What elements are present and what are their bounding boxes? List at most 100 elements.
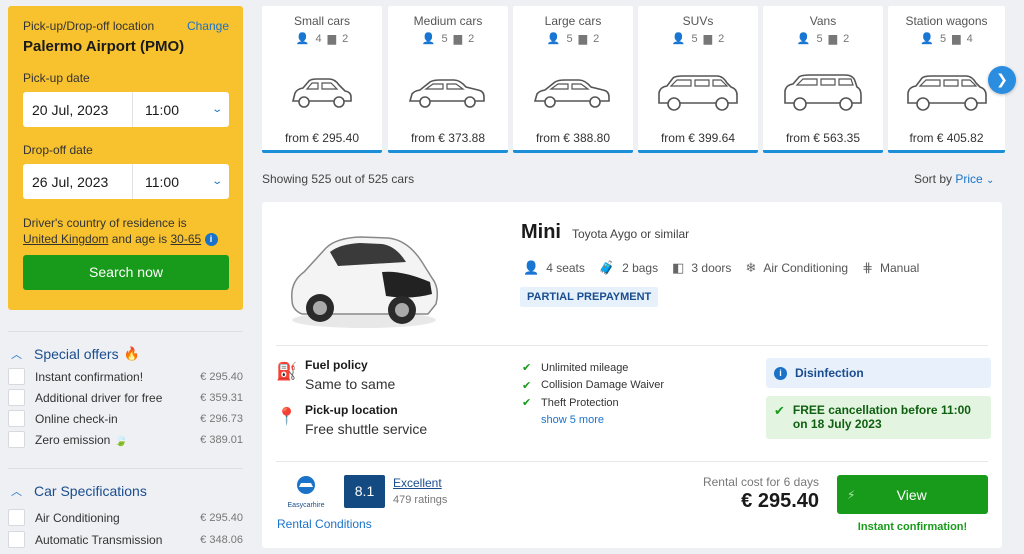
checkbox[interactable]: [8, 431, 25, 448]
car-model-title: Mini: [521, 221, 561, 243]
info-icon[interactable]: i: [204, 233, 218, 247]
filter-option[interactable]: Online check-in € 296.73: [8, 408, 243, 429]
free-cancellation-badge: ✔ FREE cancellation before 11:00 on 18 J…: [766, 396, 991, 439]
leaf-icon: 🍃: [114, 434, 129, 447]
category-price: from € 405.82: [909, 131, 984, 145]
spec-ac: ❄ Air Conditioning: [745, 260, 848, 276]
checkbox[interactable]: [8, 368, 25, 385]
spec-bags: 🧳 2 bags: [599, 260, 658, 276]
spec-seats: 👤 4 seats: [523, 260, 585, 276]
supplier-logo: Easycarhire: [286, 475, 326, 509]
person-icon: 👤: [671, 33, 686, 45]
filter-price: € 295.40: [200, 370, 243, 383]
filter-option[interactable]: Zero emission 🍃 € 389.01: [8, 429, 243, 450]
checkbox[interactable]: [8, 531, 25, 548]
show-more-link[interactable]: show 5 more: [541, 414, 604, 426]
filter-price: € 296.73: [200, 412, 243, 425]
car-result-card: Mini Toyota Aygo or similar 👤 4 seats 🧳 2 …: [262, 202, 1002, 548]
suv-car-icon: [658, 75, 738, 111]
filter-title: Car Specifications: [34, 483, 147, 499]
pickup-datetime-field: 20 Jul, 2023 11:00 ⌄: [23, 92, 229, 127]
inclusion-text: Collision Damage Waiver: [541, 379, 665, 392]
inclusion-text: Theft Protection: [541, 396, 619, 409]
check-icon: ✔: [774, 403, 785, 418]
category-price: from € 563.35: [785, 131, 861, 145]
category-capacity: 👤 5 ▆ 2: [388, 32, 508, 46]
dropoff-time-select[interactable]: 11:00 ⌄: [133, 174, 229, 190]
chevron-right-icon: ❯: [996, 71, 1008, 87]
suitcase-icon: ▆: [327, 33, 337, 45]
category-large-cars[interactable]: Large cars 👤 5 ▆ 2 from € 388.80: [513, 6, 633, 153]
sort-label: Sort by: [914, 172, 953, 186]
category-price: from € 388.80: [535, 131, 611, 145]
spec-text: 4 seats: [546, 261, 585, 275]
bags-count: 4: [966, 32, 973, 45]
prepayment-badge: PARTIAL PREPAYMENT: [520, 287, 659, 307]
carousel-next-button[interactable]: ❯: [988, 66, 1016, 94]
category-medium-cars[interactable]: Medium cars 👤 5 ▆ 2 from € 373.88: [388, 6, 508, 153]
view-button-label: View: [896, 486, 927, 503]
suitcase-icon: ▆: [703, 33, 713, 45]
category-vans[interactable]: Vans 👤 5 ▆ 2 from € 563.35: [763, 6, 883, 153]
inclusion-item: ✔ Theft Protection: [522, 394, 664, 412]
easycarhire-logo-icon: [297, 476, 315, 494]
spec-transmission: ⋕ Manual: [862, 260, 919, 276]
category-capacity: 👤 5 ▆ 4: [888, 32, 1005, 46]
rating-label-link[interactable]: Excellent: [393, 476, 442, 490]
category-price: from € 399.64: [660, 131, 736, 145]
search-now-button[interactable]: Search now: [23, 255, 229, 290]
suitcase-icon: ▆: [952, 33, 961, 45]
disinfection-badge[interactable]: i Disinfection: [766, 358, 991, 388]
spec-text: Manual: [879, 261, 920, 275]
person-icon: 👤: [421, 33, 436, 45]
car-specifications-filter: ︿ Car Specifications Air Conditioning € 2…: [8, 468, 243, 550]
chevron-down-icon: ⌄: [986, 175, 995, 186]
sort-control[interactable]: Sort by Price ⌄: [914, 172, 994, 186]
rental-price: € 295.40: [741, 490, 819, 512]
disinfection-text: Disinfection: [795, 366, 864, 380]
filter-label-text: Zero emission: [35, 432, 111, 447]
category-suvs[interactable]: SUVs 👤 5 ▆ 2 from € 399.64: [638, 6, 758, 153]
spec-text: Air Conditioning: [763, 261, 849, 275]
inclusions-list: ✔ Unlimited mileage ✔ Collision Damage Wai…: [522, 359, 664, 429]
bags-count: 2: [718, 32, 725, 45]
car-similar-model: Toyota Aygo or similar: [572, 227, 690, 241]
divider: [276, 345, 988, 346]
category-capacity: 👤 4 ▆ 2: [262, 32, 382, 46]
change-location-link[interactable]: Change: [187, 19, 229, 33]
driver-country-link[interactable]: United Kingdom: [23, 232, 108, 246]
dropoff-date-input[interactable]: 26 Jul, 2023: [23, 164, 133, 199]
seats-count: 5: [441, 32, 448, 45]
check-icon: ✔: [522, 397, 532, 410]
filter-option[interactable]: Instant confirmation! € 295.40: [8, 366, 243, 387]
driver-info: Driver's country of residence is United …: [23, 215, 229, 247]
filter-option[interactable]: Additional driver for free € 359.31: [8, 387, 243, 408]
view-deal-button[interactable]: ⚡ View: [837, 475, 988, 514]
car-specifications-header[interactable]: ︿ Car Specifications: [8, 479, 243, 503]
checkbox[interactable]: [8, 410, 25, 427]
category-name: Vans: [809, 14, 837, 28]
special-offers-filter: ︿ Special offers 🔥 Instant confirmation!…: [8, 331, 243, 450]
special-offers-header[interactable]: ︿ Special offers 🔥: [8, 342, 243, 366]
filter-option[interactable]: Automatic Transmission € 348.06: [8, 529, 243, 550]
pickup-date-input[interactable]: 20 Jul, 2023: [23, 92, 133, 127]
suitcase-icon: ▆: [453, 33, 463, 45]
checkbox[interactable]: [8, 389, 25, 406]
search-panel: Pick-up/Drop-off location Change Palermo…: [8, 6, 243, 310]
suitcase-icon: ▆: [578, 33, 588, 45]
category-small-cars[interactable]: Small cars 👤 4 ▆ 2 from € 295.40: [262, 6, 382, 153]
person-icon: 👤: [523, 260, 540, 275]
bags-count: 2: [468, 32, 475, 45]
driver-age-link[interactable]: 30-65: [170, 232, 201, 246]
pickup-time-select[interactable]: 11:00 ⌄: [133, 102, 229, 118]
filter-option[interactable]: Air Conditioning € 295.40: [8, 507, 243, 528]
checkbox[interactable]: [8, 509, 25, 526]
van-car-icon: [784, 74, 862, 111]
filter-price: € 359.31: [200, 391, 243, 404]
sort-value: Price: [955, 172, 983, 186]
pickup-time-value: 11:00: [145, 101, 179, 118]
sedan-car-icon: [409, 79, 485, 108]
results-count: Showing 525 out of 525 cars: [262, 172, 415, 186]
rental-conditions-link[interactable]: Rental Conditions: [277, 517, 372, 531]
chevron-down-icon: ⌄: [210, 104, 223, 115]
